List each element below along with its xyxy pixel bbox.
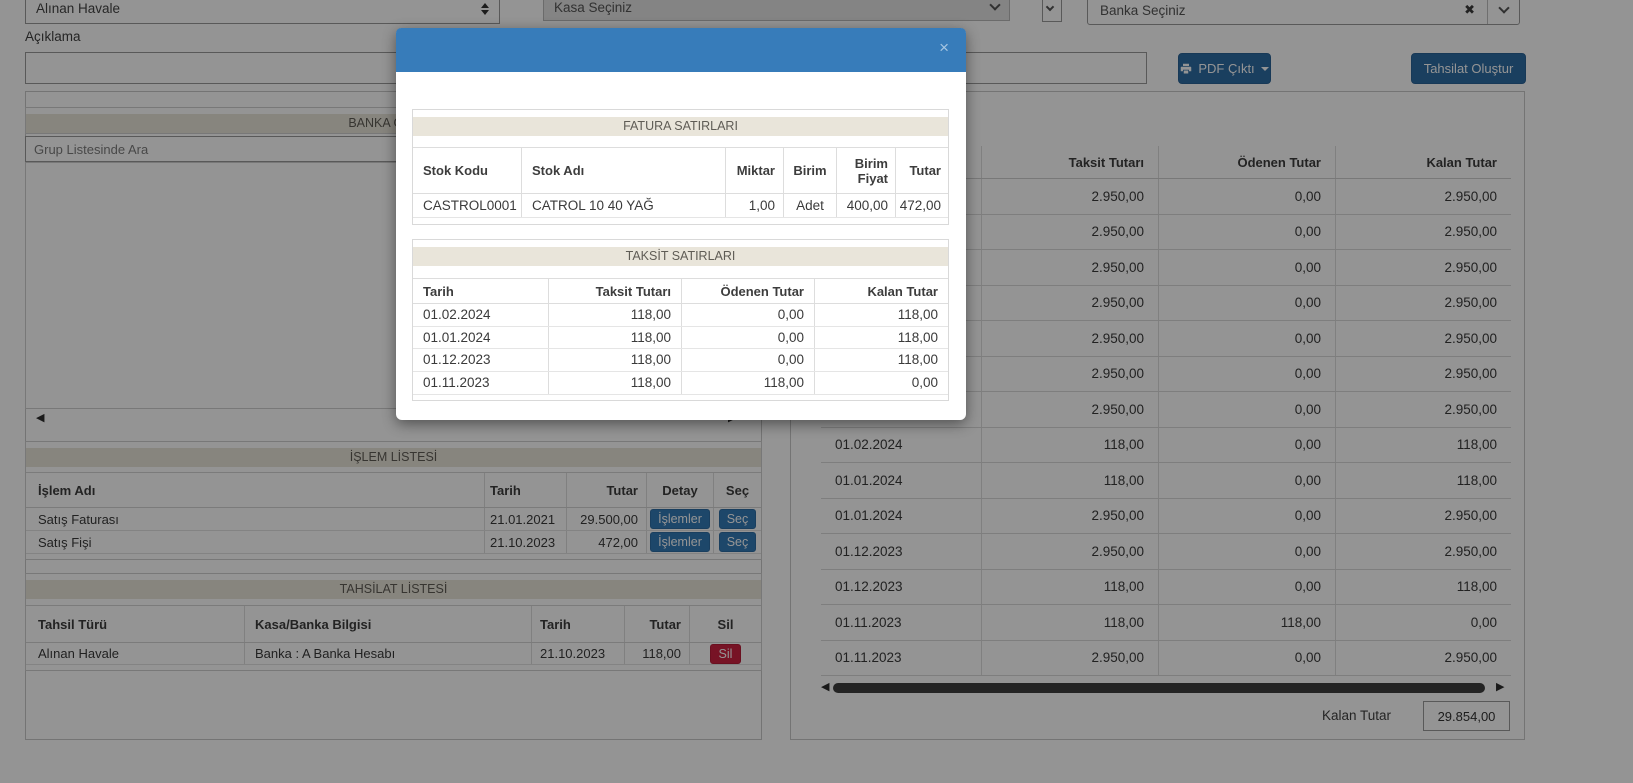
stok-kodu: CASTROL0001 <box>413 194 521 217</box>
tutar: 472,00 <box>895 194 948 217</box>
col-birim: Birim <box>783 148 836 193</box>
close-icon[interactable]: × <box>939 39 949 56</box>
taksit-header-row: Tarih Taksit Tutarı Ödenen Tutar Kalan T… <box>413 278 948 304</box>
birim: Adet <box>783 194 836 217</box>
table-row: 01.12.2023 118,00 0,00 118,00 <box>413 349 948 372</box>
taksit-satirlari-title: TAKSİT SATIRLARI <box>413 247 948 266</box>
col-tarih: Tarih <box>413 279 548 303</box>
col-birim-fiyat: Birim Fiyat <box>836 148 895 193</box>
table-row: 01.02.2024 118,00 0,00 118,00 <box>413 304 948 327</box>
modal-header: × <box>396 28 966 72</box>
taksit-satirlari-table: TAKSİT SATIRLARI Tarih Taksit Tutarı Öde… <box>412 239 949 401</box>
table-row: CASTROL0001 CATROL 10 40 YAĞ 1,00 Adet 4… <box>413 194 948 218</box>
fatura-satirlari-title: FATURA SATIRLARI <box>413 117 948 136</box>
stok-adi: CATROL 10 40 YAĞ <box>521 194 725 217</box>
col-stok-kodu: Stok Kodu <box>413 148 521 193</box>
table-row: 01.11.2023 118,00 118,00 0,00 <box>413 372 948 395</box>
detail-modal: × FATURA SATIRLARI Stok Kodu Stok Adı Mi… <box>396 28 966 420</box>
col-miktar: Miktar <box>725 148 783 193</box>
col-kalan-tutar: Kalan Tutar <box>814 279 948 303</box>
table-row: 01.01.2024 118,00 0,00 118,00 <box>413 327 948 350</box>
fatura-satirlari-table: FATURA SATIRLARI Stok Kodu Stok Adı Mikt… <box>412 109 949 225</box>
col-taksit-tutari: Taksit Tutarı <box>548 279 681 303</box>
col-stok-adi: Stok Adı <box>521 148 725 193</box>
col-odenen-tutar: Ödenen Tutar <box>681 279 814 303</box>
miktar: 1,00 <box>725 194 783 217</box>
col-tutar: Tutar <box>895 148 948 193</box>
birim-fiyat: 400,00 <box>836 194 895 217</box>
fatura-header-row: Stok Kodu Stok Adı Miktar Birim Birim Fi… <box>413 147 948 194</box>
